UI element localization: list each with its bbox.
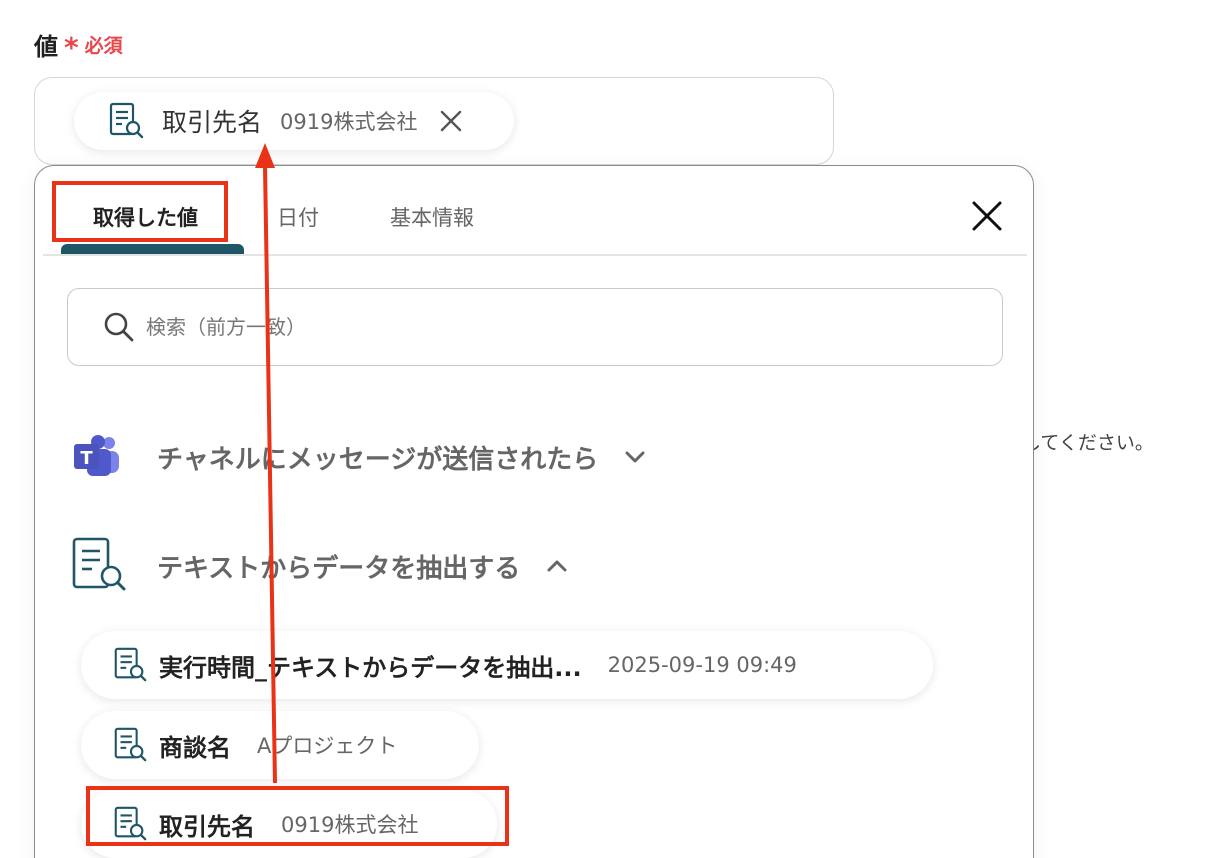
required-text: 必須 [84, 34, 123, 57]
tab-date[interactable]: 日付 [277, 202, 319, 232]
required-mark: * [64, 31, 79, 64]
item-name: 実行時間_テキストからデータを抽出... [159, 653, 582, 682]
text-extract-icon [106, 101, 146, 141]
chip-name: 取引先名 [162, 108, 263, 137]
field-label: 値 * 必須 [34, 26, 123, 62]
text-extract-icon [71, 536, 127, 596]
item-value: 0919株式会社 [281, 813, 419, 837]
search-box[interactable] [67, 288, 1003, 366]
text-extract-icon [111, 646, 149, 684]
close-icon[interactable] [969, 198, 1005, 234]
remove-chip-icon[interactable] [437, 107, 465, 135]
svg-text:T: T [80, 448, 93, 469]
panel-tabs: 取得した値 日付 基本情報 [35, 166, 1033, 256]
selected-value-chip[interactable]: 取引先名 0919株式会社 [74, 92, 514, 150]
group-teams-trigger[interactable]: T チャネルにメッセージが送信されたら [71, 434, 648, 480]
search-input[interactable] [146, 315, 946, 339]
text-extract-icon [111, 805, 149, 843]
group-text-extract[interactable]: テキストからデータを抽出する [71, 536, 570, 596]
tab-retrieved-values[interactable]: 取得した値 [93, 202, 198, 232]
active-tab-indicator [61, 244, 244, 254]
text-extract-icon [111, 726, 149, 764]
item-name: 商談名 [159, 733, 231, 762]
list-item-execution-time[interactable]: 実行時間_テキストからデータを抽出... 2025-09-19 09:49 [81, 631, 933, 699]
background-help-text: してください。 [1022, 432, 1154, 454]
list-item-deal-name[interactable]: 商談名 Aプロジェクト [81, 711, 479, 779]
chevron-up-icon [544, 553, 570, 579]
item-value: Aプロジェクト [257, 734, 398, 758]
search-icon [102, 310, 136, 344]
field-title: 値 [34, 32, 58, 61]
group-name: テキストからデータを抽出する [157, 553, 521, 584]
item-value: 2025-09-19 09:49 [607, 653, 797, 677]
value-picker-panel: 取得した値 日付 基本情報 T チャネルにメッセージが送信されたら [34, 165, 1034, 858]
chip-value: 0919株式会社 [280, 110, 418, 134]
list-item-client-name[interactable]: 取引先名 0919株式会社 [81, 790, 497, 858]
group-name: チャネルにメッセージが送信されたら [157, 444, 599, 475]
teams-icon: T [71, 434, 123, 480]
chevron-down-icon [622, 444, 648, 470]
item-name: 取引先名 [159, 812, 255, 841]
tab-basic-info[interactable]: 基本情報 [390, 202, 474, 232]
tabs-divider [43, 254, 1027, 256]
